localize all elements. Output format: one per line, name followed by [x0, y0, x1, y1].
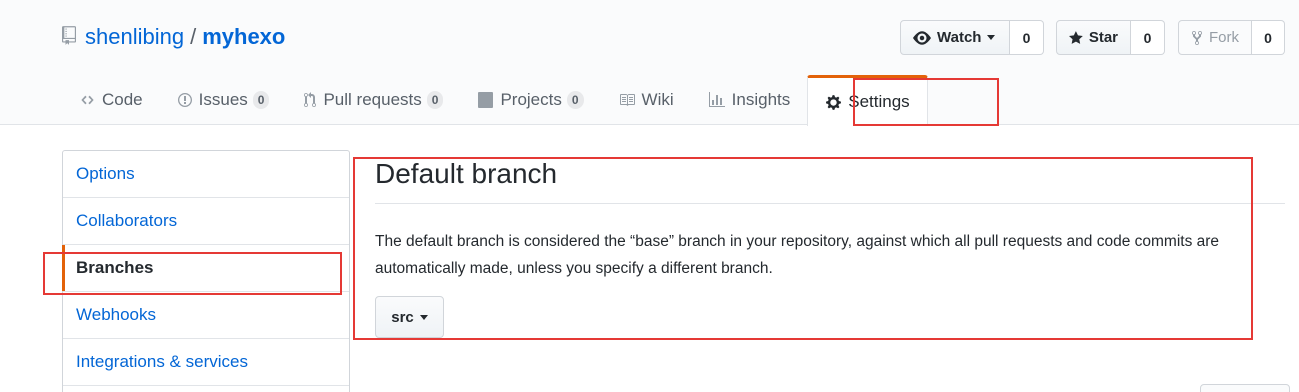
highlight-box-branches [43, 252, 342, 295]
issue-icon [177, 93, 192, 107]
tab-wiki-label: Wiki [641, 90, 674, 109]
tab-issues-label: Issues [198, 90, 248, 109]
tab-code[interactable]: Code [62, 75, 160, 125]
tab-projects[interactable]: Projects 0 [460, 75, 600, 125]
repo-header: shenlibing / myhexo Watch 0 Star 0 Fork 0 … [0, 0, 1299, 126]
eye-icon [913, 30, 931, 45]
tab-pull-requests[interactable]: Pull requests 0 [286, 75, 460, 125]
highlight-box-default-branch [353, 157, 1253, 340]
sidebar-item-integrations[interactable]: Integrations & services [63, 339, 349, 386]
gear-icon [826, 94, 842, 110]
tab-pull-requests-counter: 0 [426, 91, 444, 109]
code-icon [81, 95, 94, 105]
tab-insights[interactable]: Insights [691, 75, 808, 125]
fork-label: Fork [1209, 29, 1239, 46]
star-count[interactable]: 0 [1131, 20, 1165, 55]
sidebar-item-collaborators[interactable]: Collaborators [63, 198, 349, 245]
fork-button[interactable]: Fork [1178, 20, 1252, 55]
chevron-down-icon [987, 35, 996, 40]
graph-icon [708, 92, 725, 107]
repo-icon [62, 26, 76, 45]
fork-icon [1192, 30, 1202, 45]
tab-code-label: Code [102, 90, 143, 109]
fork-count[interactable]: 0 [1252, 20, 1285, 55]
watch-label: Watch [937, 29, 982, 46]
tab-issues[interactable]: Issues 0 [160, 75, 287, 125]
update-button[interactable] [1200, 384, 1290, 392]
watch-group: Watch 0 [900, 20, 1044, 55]
highlight-box-settings [853, 78, 999, 126]
sidebar-item-options[interactable]: Options [63, 151, 349, 198]
star-icon [1069, 30, 1083, 44]
star-button[interactable]: Star [1056, 20, 1131, 55]
star-label: Star [1088, 29, 1118, 46]
tab-issues-counter: 0 [252, 91, 270, 109]
repo-title: shenlibing / myhexo [85, 22, 285, 52]
watch-button[interactable]: Watch [900, 20, 1010, 55]
tab-insights-label: Insights [731, 90, 791, 109]
tab-projects-label: Projects [500, 90, 562, 109]
sidebar-item-webhooks[interactable]: Webhooks [63, 292, 349, 339]
pull-request-icon [304, 92, 317, 108]
tab-projects-counter: 0 [566, 91, 584, 109]
repo-separator: / [190, 24, 197, 49]
repo-name-link[interactable]: myhexo [202, 24, 285, 49]
repo-owner-link[interactable]: shenlibing [85, 24, 184, 49]
repo-nav: Code Issues 0 Pull requests 0 Projects 0… [62, 75, 928, 126]
book-icon [619, 94, 635, 106]
watch-count[interactable]: 0 [1010, 20, 1044, 55]
tab-wiki[interactable]: Wiki [601, 75, 691, 125]
star-group: Star 0 [1056, 20, 1165, 55]
fork-group: Fork 0 [1178, 20, 1285, 55]
tab-pull-requests-label: Pull requests [323, 90, 422, 109]
project-icon [478, 92, 494, 108]
